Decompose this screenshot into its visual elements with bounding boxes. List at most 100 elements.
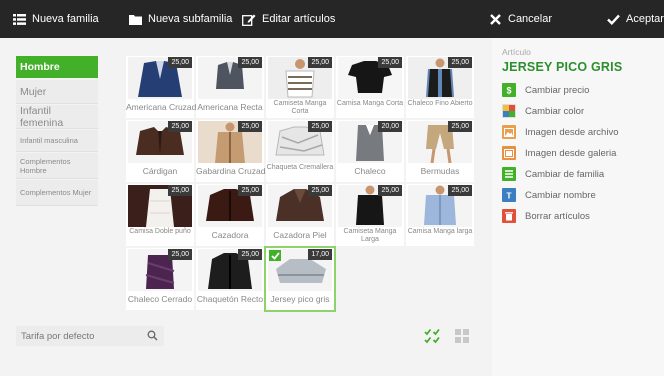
- product-name: Gabardina Cruzada: [196, 166, 271, 176]
- product-tile[interactable]: 25,00 Chaleco Fino Abierto: [406, 56, 474, 118]
- gallery-icon: [502, 146, 516, 160]
- tariff-value: Tarifa por defecto: [21, 330, 95, 342]
- checkmark-icon: [606, 12, 620, 26]
- search-icon[interactable]: [147, 330, 158, 344]
- article-panel: Artículo JERSEY PICO GRIS $ Cambiar prec…: [492, 38, 664, 376]
- product-name: Chaleco Cerrado: [127, 294, 193, 304]
- product-tile[interactable]: 25,00 Americana Recta: [196, 56, 264, 118]
- product-name: Camiseta Manga Larga: [343, 228, 397, 243]
- product-name: Chaqueta Cremallera: [266, 164, 334, 171]
- product-tile[interactable]: 25,00 Chaqueta Cremallera: [266, 120, 334, 182]
- product-tile[interactable]: 25,00 Camisa Manga larga: [406, 184, 474, 246]
- product-tile[interactable]: 25,00 Bermudas: [406, 120, 474, 182]
- product-tile[interactable]: 25,00 Cazadora Piel: [266, 184, 334, 246]
- edit-articles-button[interactable]: Editar artículos: [242, 0, 335, 38]
- price-badge: 25,00: [308, 185, 332, 196]
- product-tile[interactable]: 25,00 Cazadora: [196, 184, 264, 246]
- product-tile[interactable]: 25,00 Camisa Doble puño: [126, 184, 194, 246]
- product-name: Americana Recta: [197, 102, 263, 112]
- price-badge: 25,00: [448, 121, 472, 132]
- product-name: Cazadora: [211, 230, 249, 240]
- price-badge: 25,00: [378, 57, 402, 68]
- category-label: Complementos Mujer: [20, 188, 92, 197]
- tariff-search-field[interactable]: Tarifa por defecto: [16, 326, 164, 346]
- change-price-action[interactable]: $ Cambiar precio: [502, 82, 589, 98]
- edit-articles-label: Editar artículos: [262, 13, 336, 25]
- price-badge: 25,00: [168, 249, 192, 260]
- article-title: JERSEY PICO GRIS: [502, 60, 623, 74]
- product-tile[interactable]: 25,00 Camiseta Manga Corta: [266, 56, 334, 118]
- svg-text:$: $: [506, 86, 511, 96]
- product-name: Camisa Manga Corta: [336, 100, 404, 107]
- category-infantil-femenina[interactable]: Infantil femenina: [16, 105, 98, 129]
- category-complementos-mujer[interactable]: Complementos Mujer: [16, 180, 98, 206]
- product-name: Chaquetón Recto: [196, 294, 264, 304]
- accept-button[interactable]: Aceptar: [606, 0, 664, 38]
- change-family-action[interactable]: Cambiar de familia: [502, 166, 604, 182]
- product-tile[interactable]: 25,00 Cárdigan: [126, 120, 194, 182]
- delete-articles-action[interactable]: Borrar artículos: [502, 208, 590, 224]
- image-file-icon: [502, 125, 516, 139]
- accept-label: Aceptar: [626, 13, 664, 25]
- palette-icon: [502, 104, 516, 118]
- product-name: Jersey pico gris: [270, 294, 330, 304]
- cancel-button[interactable]: Cancelar: [488, 0, 552, 38]
- price-badge: 25,00: [448, 57, 472, 68]
- category-complementos-hombre[interactable]: Complementos Hombre: [16, 153, 98, 179]
- product-tile[interactable]: 25,00 Chaleco Cerrado: [126, 248, 194, 310]
- cancel-label: Cancelar: [508, 13, 553, 25]
- price-badge: 25,00: [238, 57, 262, 68]
- product-tile-selected[interactable]: 17,00 Jersey pico gris: [264, 246, 336, 312]
- product-name: Camiseta Manga Corta: [273, 100, 327, 115]
- new-subfamily-button[interactable]: Nueva subfamilia: [128, 0, 232, 38]
- price-badge: 17,00: [308, 249, 332, 260]
- select-all-icon[interactable]: [424, 328, 440, 344]
- product-name: Bermudas: [420, 166, 460, 176]
- edit-icon: [242, 12, 256, 26]
- change-name-action[interactable]: T Cambiar nombre: [502, 187, 596, 203]
- price-badge: 25,00: [238, 121, 262, 132]
- new-family-button[interactable]: Nueva familia: [12, 0, 99, 38]
- price-badge: 20,00: [378, 121, 402, 132]
- product-name: Americana Cruzada: [126, 102, 202, 112]
- product-name: Cazadora Piel: [273, 230, 327, 240]
- action-label: Imagen desde galeria: [525, 147, 617, 159]
- product-tile[interactable]: 25,00 Americana Cruzada: [126, 56, 202, 118]
- new-subfamily-label: Nueva subfamilia: [148, 13, 233, 25]
- price-badge: 25,00: [168, 57, 192, 68]
- checkmark-icon: [269, 250, 281, 261]
- grid-view-icon[interactable]: [454, 328, 470, 344]
- folder-icon: [128, 12, 142, 26]
- category-infantil-masculina[interactable]: Infantil masculina: [16, 130, 98, 152]
- product-tile[interactable]: 25,00 Camisa Manga Corta: [336, 56, 404, 118]
- price-badge: 25,00: [238, 249, 262, 260]
- product-name: Camisa Manga larga: [407, 228, 473, 235]
- image-from-file-action[interactable]: Imagen desde archivo: [502, 124, 618, 140]
- product-name: Chaleco: [354, 166, 386, 176]
- top-toolbar: Nueva familia Nueva subfamilia Editar ar…: [0, 0, 664, 38]
- category-label: Mujer: [20, 85, 47, 98]
- category-mujer[interactable]: Mujer: [16, 80, 98, 104]
- change-color-action[interactable]: Cambiar color: [502, 103, 584, 119]
- category-sidebar: Hombre Mujer Infantil femenina Infantil …: [0, 38, 118, 338]
- category-hombre[interactable]: Hombre: [16, 56, 98, 78]
- product-tile[interactable]: 20,00 Chaleco: [336, 120, 404, 182]
- product-tile[interactable]: 25,00 Chaquetón Recto: [196, 248, 264, 310]
- action-label: Cambiar precio: [525, 84, 590, 96]
- new-family-label: Nueva familia: [32, 13, 99, 25]
- trash-icon: [502, 209, 516, 223]
- category-label: Hombre: [20, 61, 60, 73]
- product-tile[interactable]: 25,00 Camiseta Manga Larga: [336, 184, 404, 246]
- panel-label: Artículo: [502, 47, 531, 57]
- action-label: Cambiar de familia: [525, 168, 605, 180]
- close-icon: [488, 12, 502, 26]
- product-tile[interactable]: 25,00 Gabardina Cruzada: [196, 120, 271, 182]
- svg-text:T: T: [506, 191, 512, 201]
- action-label: Cambiar nombre: [525, 189, 596, 201]
- product-name: Chaleco Fino Abierto: [407, 100, 473, 107]
- category-label: Infantil masculina: [20, 136, 78, 145]
- image-from-gallery-action[interactable]: Imagen desde galeria: [502, 145, 616, 161]
- action-label: Borrar artículos: [525, 210, 590, 222]
- action-label: Cambiar color: [525, 105, 585, 117]
- price-badge: 25,00: [308, 57, 332, 68]
